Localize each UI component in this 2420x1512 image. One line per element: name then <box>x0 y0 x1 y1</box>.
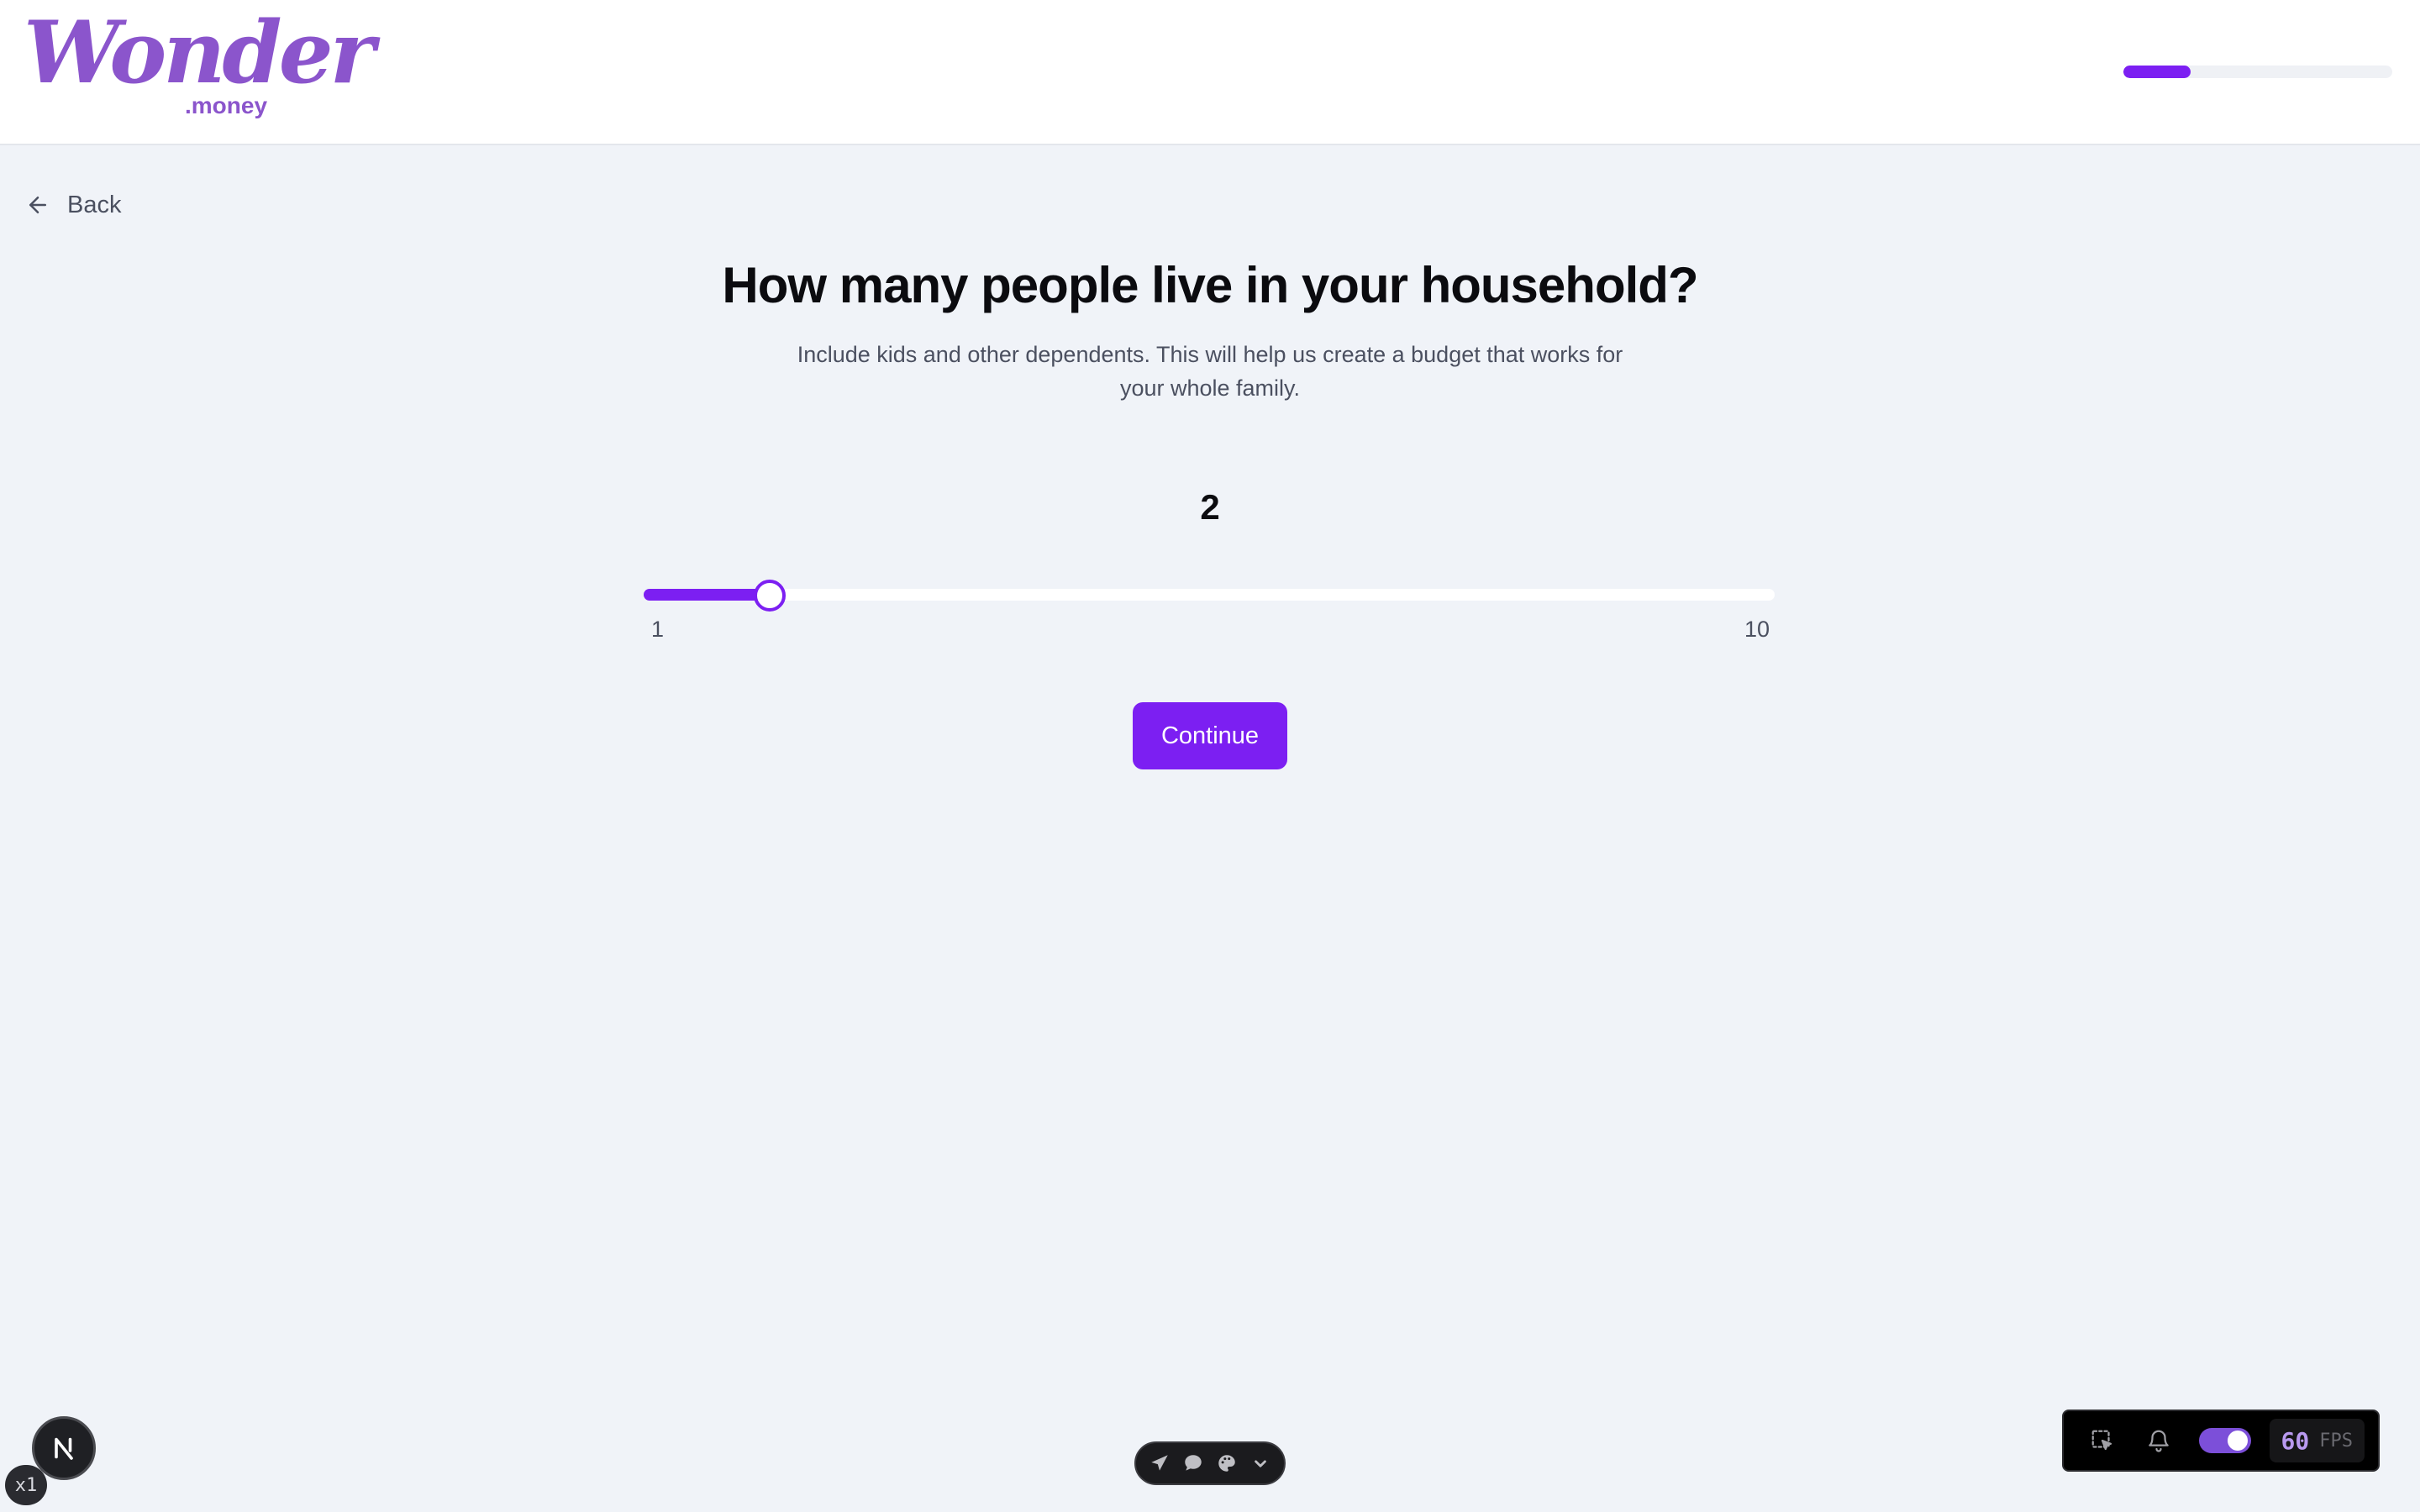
app-header: Wonder .money <box>0 0 2420 145</box>
dev-performance-toolbar: 60 FPS <box>2062 1410 2380 1472</box>
slider-max-label: 10 <box>1744 617 1770 642</box>
palette-icon[interactable] <box>1216 1452 1238 1474</box>
page-subtitle: Include kids and other dependents. This … <box>797 342 1623 401</box>
overlay-toggle[interactable] <box>2198 1428 2251 1453</box>
fps-label: FPS <box>2319 1430 2353 1452</box>
logo-wordmark: Wonder <box>24 3 375 103</box>
continue-button[interactable]: Continue <box>1133 702 1287 769</box>
select-element-icon[interactable] <box>2081 1417 2124 1464</box>
logo-suffix: .money <box>185 92 268 118</box>
zoom-level-badge[interactable]: x1 <box>5 1465 47 1505</box>
wonder-money-logo[interactable]: Wonder .money <box>24 10 375 124</box>
bell-icon[interactable] <box>2136 1417 2180 1464</box>
onboarding-progress-bar <box>2123 66 2392 78</box>
slider-track[interactable] <box>644 589 1775 601</box>
back-button[interactable]: Back <box>25 186 121 223</box>
slider-thumb[interactable] <box>753 580 786 612</box>
toggle-knob <box>2227 1431 2248 1451</box>
fps-value: 60 <box>2281 1426 2310 1455</box>
household-size-value: 2 <box>1200 487 1220 527</box>
nextjs-logo-icon <box>55 1437 73 1460</box>
chevron-down-icon[interactable] <box>1249 1452 1271 1474</box>
comment-icon[interactable] <box>1182 1452 1204 1474</box>
fps-meter: 60 FPS <box>2269 1419 2365 1462</box>
slider-min-label: 1 <box>651 617 665 642</box>
arrow-left-icon <box>29 197 46 213</box>
page-title: How many people live in your household? <box>722 257 1698 313</box>
slider-fill <box>644 589 770 601</box>
feedback-toolbar <box>1134 1441 1286 1485</box>
onboarding-progress-fill <box>2123 66 2191 78</box>
back-label: Back <box>67 191 122 218</box>
send-icon[interactable] <box>1149 1452 1171 1474</box>
household-size-slider[interactable] <box>644 580 1775 612</box>
